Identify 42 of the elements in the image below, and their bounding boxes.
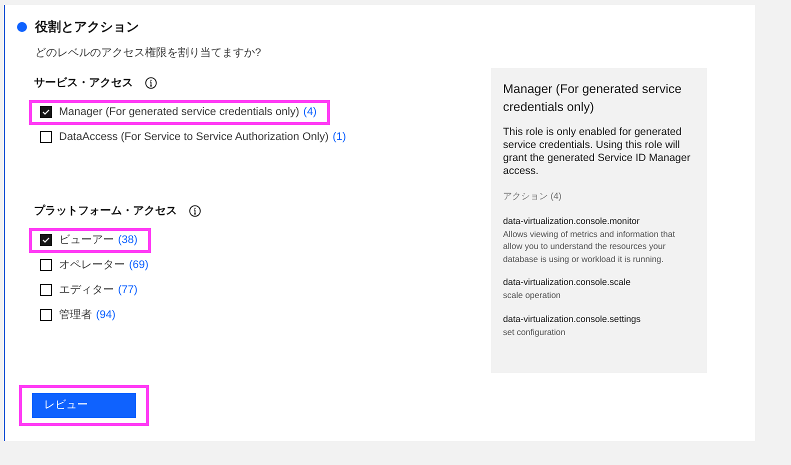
question-text: どのレベルのアクセス権限を割り当てますか?: [35, 46, 262, 60]
option-label: DataAccess (For Service to Service Authorization Only): [59, 130, 329, 145]
checkbox-option[interactable]: ビューアー (38): [29, 228, 151, 252]
checkbox[interactable]: [40, 234, 52, 246]
checkmark-icon: [42, 237, 50, 243]
details-description: This role is only enabled for generated service credentials. Using this role will grant the generated Service ID Manager access.: [503, 126, 692, 178]
action-name: data-virtualization.console.monitor: [503, 214, 641, 228]
info-icon[interactable]: [189, 205, 201, 218]
details-title: Manager (For generated service credentials only): [503, 81, 683, 116]
group-heading: プラットフォーム・アクセス: [34, 204, 177, 219]
count-link[interactable]: (4): [303, 104, 317, 120]
checkbox[interactable]: [40, 284, 52, 296]
option-label: オペレーター: [59, 258, 125, 273]
checkbox-option[interactable]: エディター (77): [29, 278, 151, 302]
action-name: data-virtualization.console.scale: [503, 276, 632, 289]
checkbox[interactable]: [40, 259, 52, 271]
checkbox-option[interactable]: 管理者 (94): [29, 302, 129, 328]
option-label: エディター: [59, 282, 114, 298]
option-label: ビューアー: [59, 232, 114, 248]
count-link[interactable]: (1): [332, 128, 346, 146]
count-link[interactable]: (77): [118, 282, 138, 298]
checkbox[interactable]: [40, 309, 52, 321]
checkbox-option[interactable]: オペレーター (69): [29, 252, 162, 278]
checkbox-option[interactable]: DataAccess (For Service to Service Authorization Only) (1): [29, 124, 360, 150]
option-label: 管理者: [59, 308, 92, 323]
count-link[interactable]: (69): [129, 256, 149, 274]
checkmark-icon: [42, 109, 50, 115]
action-description: set configuration: [503, 326, 566, 338]
group-heading: サービス・アクセス: [34, 76, 133, 91]
info-icon[interactable]: [145, 77, 157, 90]
option-label: Manager (For generated service credentials only): [59, 104, 300, 120]
action-description: Allows viewing of metrics and information that allow you to understand the resources your database is using or workload it is running.: [503, 228, 676, 265]
count-link[interactable]: (38): [118, 232, 138, 248]
actions-heading: アクション (4): [503, 190, 562, 203]
checkbox[interactable]: [40, 106, 52, 118]
review-button[interactable]: レビュー: [32, 393, 136, 418]
action-description: scale operation: [503, 289, 562, 302]
checkbox[interactable]: [40, 131, 52, 143]
action-name: data-virtualization.console.settings: [503, 312, 642, 326]
section-title: 役割とアクション: [35, 18, 139, 36]
count-link[interactable]: (94): [96, 306, 116, 324]
checkbox-option[interactable]: Manager (For generated service credentials only) (4): [29, 100, 330, 124]
